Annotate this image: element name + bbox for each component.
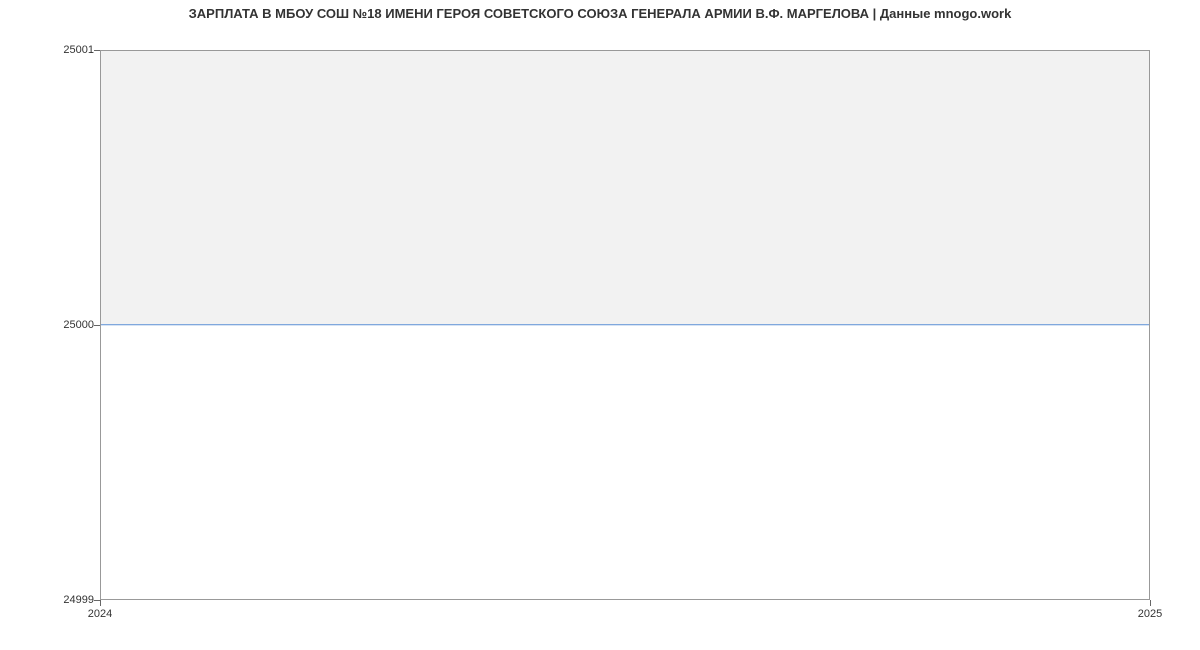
y-tick-label: 24999 — [63, 594, 94, 606]
data-line — [101, 324, 1149, 325]
chart-title: ЗАРПЛАТА В МБОУ СОШ №18 ИМЕНИ ГЕРОЯ СОВЕ… — [0, 0, 1200, 21]
x-tick — [1150, 600, 1151, 606]
y-tick-label: 25001 — [63, 44, 94, 56]
plot-area — [100, 50, 1150, 600]
y-tick — [94, 325, 100, 326]
y-tick — [94, 50, 100, 51]
x-tick-label: 2025 — [1138, 608, 1162, 620]
x-tick — [100, 600, 101, 606]
x-tick-label: 2024 — [88, 608, 112, 620]
lower-region — [101, 325, 1149, 599]
y-tick-label: 25000 — [63, 319, 94, 331]
fill-region — [101, 51, 1149, 325]
